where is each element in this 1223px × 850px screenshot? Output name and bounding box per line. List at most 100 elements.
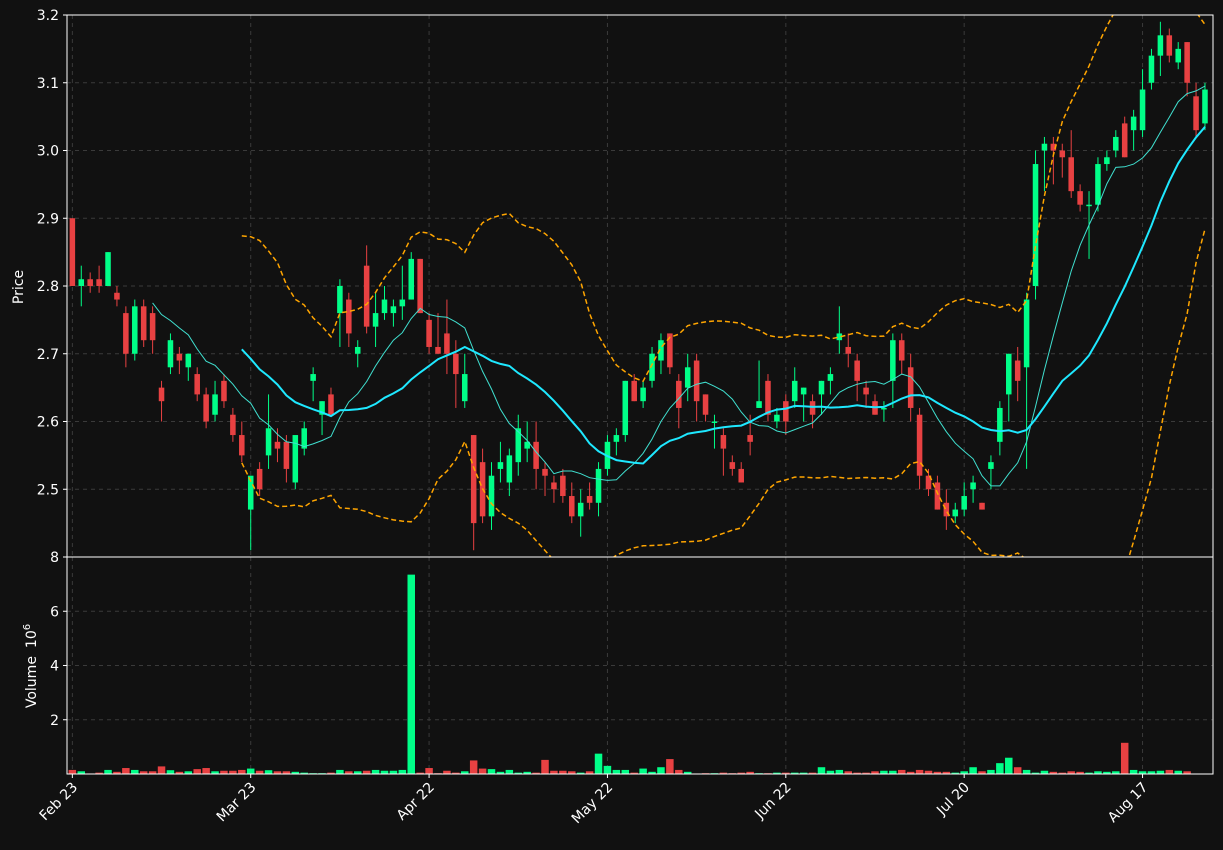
volume-bar (371, 769, 380, 774)
candle-body (693, 360, 700, 402)
candle-body (310, 374, 316, 381)
candle-body (783, 401, 789, 422)
candle-body (497, 462, 504, 469)
candle-body (1095, 164, 1101, 205)
candle-body (997, 407, 1003, 442)
volume-bar (478, 768, 487, 774)
volume-bar (612, 769, 621, 774)
candle-body (845, 346, 852, 354)
candle-body (586, 496, 593, 503)
candle-body (417, 258, 423, 314)
volume-bar (336, 769, 344, 774)
price-tick-label: 2.5 (37, 482, 59, 498)
candle-body (239, 435, 245, 456)
candle-body (551, 482, 557, 490)
candle-body (194, 374, 200, 395)
candle-body (756, 401, 762, 408)
volume-bar (915, 769, 924, 774)
volume-bar (1129, 769, 1138, 774)
candle-body (577, 502, 584, 517)
candle-body (711, 421, 718, 423)
volume-bar (246, 768, 255, 774)
candle-body (1166, 35, 1173, 56)
candle-body (729, 462, 736, 469)
candle-body (827, 374, 834, 381)
candle-body (818, 380, 825, 395)
candle-body (1104, 157, 1110, 165)
volume-tick-label: 6 (50, 604, 59, 620)
candle-body (399, 299, 406, 307)
candle-body (167, 340, 174, 368)
candle-body (774, 414, 780, 422)
candle-body (961, 496, 967, 510)
candle-body (595, 468, 602, 503)
chart-root: 2.5 2.6 2.7 2.8 2.9 3.0 3.1 3.2 2468 Feb 23 Mar … (0, 0, 1223, 846)
volume-bar (407, 574, 415, 774)
volume-bar (193, 769, 201, 774)
volume-bar (603, 765, 612, 774)
candle-body (185, 353, 192, 368)
candle-body (256, 468, 263, 490)
candle-body (916, 414, 923, 476)
volume-tick-label: 2 (50, 713, 59, 729)
candle-body (765, 380, 771, 415)
volume-bar (104, 769, 112, 774)
candle-body (390, 306, 397, 314)
candle-body (631, 380, 637, 402)
candle-body (408, 258, 415, 300)
candle-body (149, 313, 156, 341)
candle-body (970, 482, 976, 490)
price-tick-label: 3.1 (37, 76, 59, 92)
volume-bar (621, 769, 630, 774)
candle-body (274, 441, 281, 449)
candle-body (212, 394, 218, 415)
candle-body (1086, 204, 1092, 207)
volume-bar (969, 767, 977, 774)
candle-body (506, 455, 513, 483)
candle-body (569, 496, 575, 517)
candle-body (934, 482, 941, 510)
candle-body (738, 468, 744, 483)
candle-body (283, 441, 290, 469)
volume-tick-label: 4 (50, 659, 59, 675)
candle-body (372, 313, 379, 327)
volume-bar (505, 769, 514, 774)
candle-body (1014, 360, 1021, 381)
candle-body (747, 435, 753, 442)
candle-body (292, 435, 299, 483)
volume-bar (898, 769, 906, 774)
candle-body (898, 340, 905, 361)
candle-body (381, 299, 388, 314)
price-tick-label: 2.9 (37, 211, 59, 227)
candle-body (1023, 299, 1030, 368)
candle-body (800, 387, 807, 395)
candle-body (890, 340, 896, 381)
candle-body (952, 509, 959, 517)
volume-bar (469, 760, 478, 774)
volume-bar (666, 759, 674, 774)
candle-body (676, 380, 682, 408)
candle-body (542, 468, 548, 476)
volume-tick-label: 8 (50, 550, 59, 566)
volume-bar (996, 763, 1004, 774)
candle-body (114, 292, 120, 300)
volume-axis-label-text: Volume (24, 656, 40, 708)
candle-body (158, 387, 165, 402)
candle-body (1184, 42, 1190, 83)
candle-body (1121, 123, 1128, 158)
candle-body (426, 319, 432, 347)
candle-body (863, 387, 869, 395)
price-axis-label: Price (11, 270, 27, 304)
candle-body (221, 380, 227, 402)
candle-body (1148, 55, 1155, 83)
candle-body (435, 346, 441, 354)
candle-body (1032, 164, 1039, 286)
candle-body (1130, 116, 1137, 131)
volume-bar (202, 768, 210, 774)
volume-bar (157, 766, 166, 774)
volume-axis-exponent-base: 10 (24, 630, 40, 648)
candle-body (230, 414, 236, 436)
volume-bar (1022, 769, 1031, 774)
volume-bar (238, 769, 246, 774)
price-tick-label: 3.2 (37, 8, 59, 24)
